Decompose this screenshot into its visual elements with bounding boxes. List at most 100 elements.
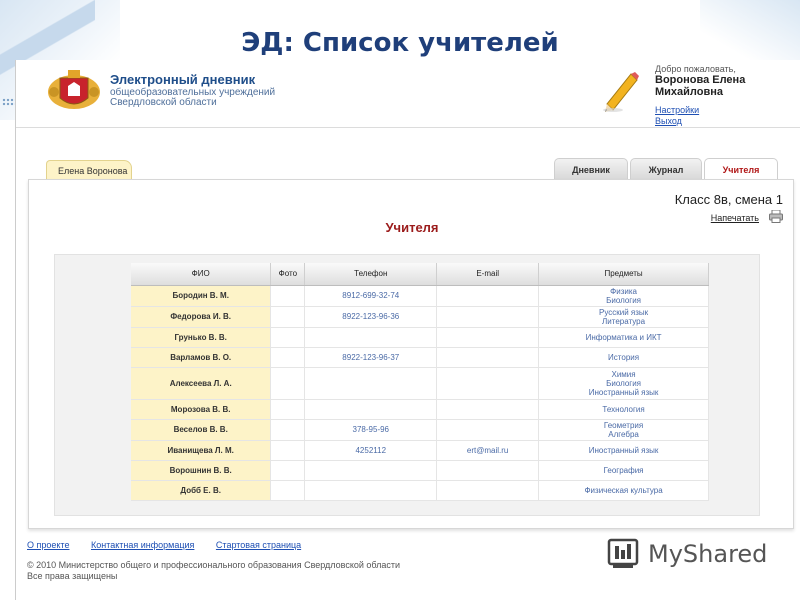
- settings-link[interactable]: Настройки: [655, 105, 699, 115]
- cell-phone: 378-95-96: [304, 419, 438, 441]
- footer-link-start[interactable]: Стартовая страница: [216, 540, 301, 550]
- pencil-icon: [603, 72, 639, 112]
- cell-photo: [270, 306, 306, 328]
- table-row[interactable]: Морозова В. В. Технология: [131, 399, 709, 420]
- subject-item: Физика: [610, 286, 637, 296]
- cell-photo: [270, 327, 306, 348]
- column-header-phone[interactable]: Телефон: [304, 263, 438, 286]
- cell-photo: [270, 460, 306, 481]
- cell-fio: Веселов В. В.: [131, 419, 272, 441]
- column-header-email[interactable]: E-mail: [436, 263, 540, 286]
- site-header: Электронный дневник общеобразовательных …: [16, 60, 800, 126]
- cell-photo: [270, 440, 306, 461]
- teachers-table: ФИО Фото Телефон E-mail Предметы Бородин…: [131, 263, 709, 501]
- cell-email: [436, 419, 540, 441]
- subject-item: Алгебра: [608, 429, 639, 439]
- subject-item: Биология: [606, 295, 642, 305]
- welcome-text: Добро пожаловать,: [655, 64, 736, 74]
- subject-item: Физическая культура: [584, 485, 663, 495]
- column-header-photo[interactable]: Фото: [270, 263, 306, 286]
- cell-email: [436, 347, 540, 368]
- cell-email: [436, 480, 540, 501]
- cell-photo: [270, 480, 306, 501]
- rights-text: Все права защищены: [27, 571, 118, 581]
- cell-fio: Алексеева Л. А.: [131, 367, 272, 400]
- subject-item: Русский язык: [598, 307, 649, 317]
- cell-subjects: Иностранный язык: [538, 440, 709, 461]
- subject-item: Геометрия: [603, 420, 644, 430]
- cell-email: [436, 460, 540, 481]
- table-row[interactable]: Алексеева Л. А. Химия Биология Иностранный …: [131, 367, 709, 400]
- cell-subjects: География: [538, 460, 709, 481]
- subject-item: Технология: [602, 404, 645, 414]
- cell-email: [436, 306, 540, 328]
- cell-fio: Варламов В. О.: [131, 347, 272, 368]
- cell-email: [436, 399, 540, 420]
- table-row[interactable]: Иванищева Л. М. 4252112 ert@mail.ru Иностра…: [131, 440, 709, 461]
- user-name-line2: Михайловна: [655, 86, 724, 98]
- cell-subjects: Русский язык Литература: [538, 306, 709, 328]
- cell-email: [436, 285, 540, 307]
- tab-diary[interactable]: Дневник: [554, 158, 628, 179]
- cell-subjects: Информатика и ИКТ: [538, 327, 709, 348]
- cell-email: ert@mail.ru: [436, 440, 540, 461]
- footer-link-about[interactable]: О проекте: [27, 540, 69, 550]
- subject-item: Химия: [611, 369, 636, 379]
- table-header-row: ФИО Фото Телефон E-mail Предметы: [131, 263, 709, 286]
- table-row[interactable]: Варламов В. О. 8922-123-96-37 История: [131, 347, 709, 368]
- tab-teachers[interactable]: Учителя: [704, 158, 778, 180]
- screenshot-frame: Электронный дневник общеобразовательных …: [15, 60, 800, 600]
- cell-email: [436, 367, 540, 400]
- table-row[interactable]: Федорова И. В. 8922-123-96-36 Русский язык…: [131, 306, 709, 328]
- cell-photo: [270, 419, 306, 441]
- cell-phone: [304, 480, 438, 501]
- cell-subjects: Геометрия Алгебра: [538, 419, 709, 441]
- header-divider: [16, 127, 800, 128]
- subject-item: Иностранный язык: [588, 387, 659, 397]
- subject-item: Иностранный язык: [588, 445, 659, 455]
- table-row[interactable]: Грунько В. В. Информатика и ИКТ: [131, 327, 709, 348]
- coat-of-arms-logo: [48, 70, 100, 109]
- user-tab[interactable]: Елена Воронова: [46, 160, 132, 179]
- table-row[interactable]: Добб Е. В. Физическая культура: [131, 480, 709, 501]
- cell-subjects: Физика Биология: [538, 285, 709, 307]
- table-row[interactable]: Ворошнин В. В. География: [131, 460, 709, 481]
- cell-subjects: История: [538, 347, 709, 368]
- subject-item: История: [608, 352, 640, 362]
- cell-subjects: Физическая культура: [538, 480, 709, 501]
- subject-item: Информатика и ИКТ: [585, 332, 662, 342]
- table-body: Бородин В. М. 8912-699-32-74 Физика Биологи…: [131, 285, 709, 501]
- cell-subjects: Технология: [538, 399, 709, 420]
- cell-phone: [304, 327, 438, 348]
- subject-item: Литература: [602, 316, 646, 326]
- watermark-text: MyShared: [648, 540, 768, 568]
- content-panel: Класс 8в, смена 1 Напечатать Учителя ФИО…: [28, 179, 794, 529]
- column-header-subjects[interactable]: Предметы: [538, 263, 709, 286]
- user-name-line1: Воронова Елена: [655, 74, 746, 86]
- table-row[interactable]: Веселов В. В. 378-95-96 Геометрия Алгебра: [131, 419, 709, 441]
- section-title: Учителя: [385, 220, 439, 235]
- cell-phone: [304, 367, 438, 400]
- cell-fio: Морозова В. В.: [131, 399, 272, 420]
- cell-fio: Грунько В. В.: [131, 327, 272, 348]
- table-row[interactable]: Бородин В. М. 8912-699-32-74 Физика Биологи…: [131, 285, 709, 307]
- table-container: ФИО Фото Телефон E-mail Предметы Бородин…: [54, 254, 760, 516]
- logout-link[interactable]: Выход: [655, 116, 682, 126]
- subject-item: Биология: [606, 378, 642, 388]
- site-subtitle-line2: Свердловской области: [110, 97, 217, 108]
- cell-photo: [270, 347, 306, 368]
- tab-journal[interactable]: Журнал: [630, 158, 702, 179]
- footer-links: О проекте Контактная информация Стартова…: [27, 540, 320, 550]
- cell-photo: [270, 367, 306, 400]
- cell-fio: Федорова И. В.: [131, 306, 272, 328]
- footer-link-contacts[interactable]: Контактная информация: [91, 540, 194, 550]
- site-name: Электронный дневник: [110, 72, 256, 87]
- cell-phone: [304, 460, 438, 481]
- column-header-fio[interactable]: ФИО: [131, 263, 272, 286]
- class-title: Класс 8в, смена 1: [674, 192, 783, 207]
- cell-photo: [270, 399, 306, 420]
- cell-phone: 4252112: [304, 440, 438, 461]
- cell-phone: [304, 399, 438, 420]
- copyright-text: © 2010 Министерство общего и профессиона…: [27, 560, 401, 570]
- cell-subjects: Химия Биология Иностранный язык: [538, 367, 709, 400]
